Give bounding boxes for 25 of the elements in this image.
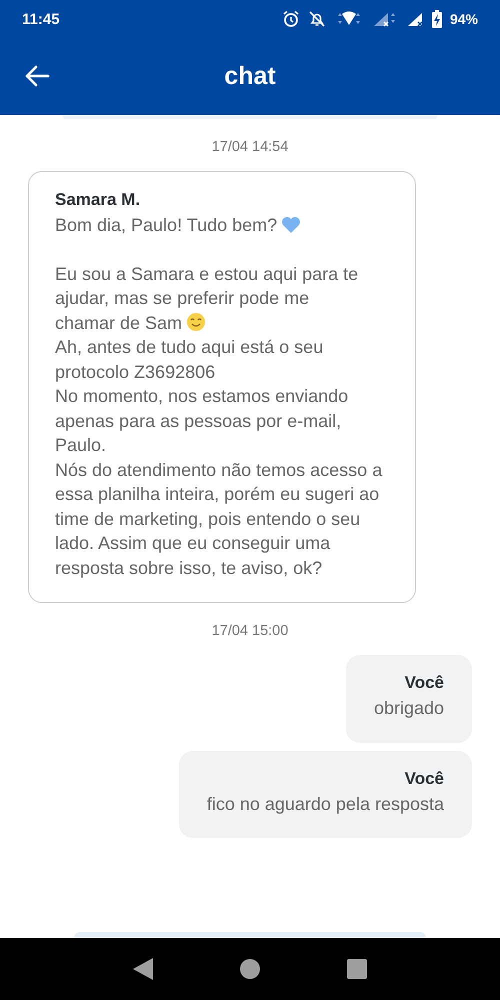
message-text: chamar de Sam [55, 312, 182, 332]
smiling-emoji-icon [186, 312, 206, 332]
sender-name: Você [404, 673, 444, 693]
signal-icon [372, 11, 398, 27]
recents-nav-icon[interactable] [346, 959, 367, 979]
signal-icon [406, 11, 424, 27]
heart-emoji-icon [281, 216, 302, 234]
home-nav-icon[interactable] [240, 959, 260, 979]
message-text: No momento, nos estamos enviando apenas para as pessoas por e-mail, Paulo. [55, 386, 348, 455]
message-text: Nós do atendimento não temos acesso a essa planilha inteira, porém eu sugeri ao time de marketing, pois entendo o seu lado. Assim que eu conseguir uma resposta sobre isso, te aviso, ok? [55, 460, 382, 578]
message-text: Bom dia, Paulo! Tudo bem? [55, 215, 278, 235]
message-text: fico no aguardo pela resposta [206, 794, 444, 814]
sender-name: Você [404, 768, 444, 788]
clock-time: 11:45 [22, 10, 60, 28]
back-nav-icon[interactable] [133, 958, 154, 980]
screen-title: chat [224, 62, 276, 91]
alarm-icon [282, 10, 300, 28]
bell-off-icon [308, 10, 326, 28]
battery-charging-icon [432, 10, 442, 28]
battery-percent: 94% [450, 11, 478, 27]
message-text: Ah, antes de tudo aqui está o seu protocolo Z3692806 [55, 337, 324, 382]
timestamp: 17/04 14:54 [212, 139, 288, 155]
message-text: obrigado [374, 698, 444, 718]
sender-name: Samara M. [55, 190, 142, 210]
timestamp: 17/04 15:00 [212, 623, 288, 639]
